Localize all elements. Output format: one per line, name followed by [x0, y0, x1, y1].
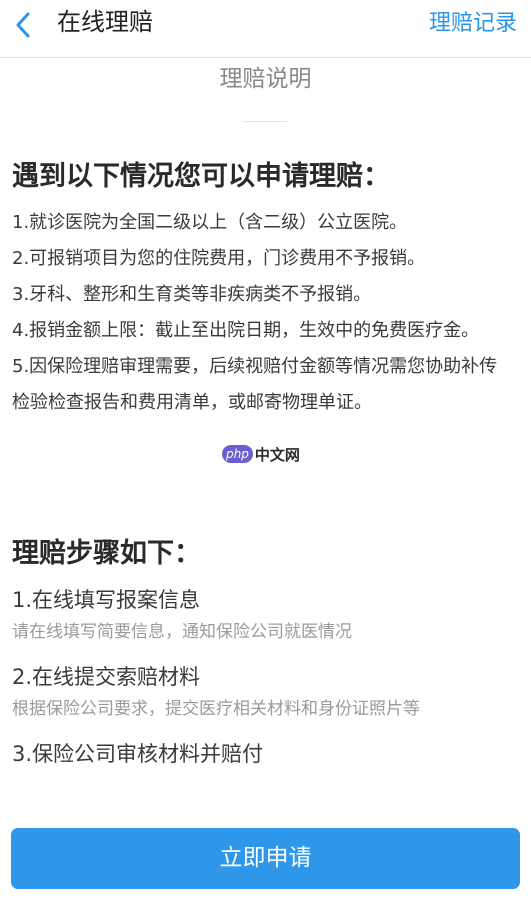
step-item: 2.在线提交索赔材料 根据保险公司要求，提交医疗相关材料和身份证照片等 [12, 660, 522, 737]
chevron-left-icon [16, 12, 30, 38]
condition-item: 4.报销金额上限：截止至出院日期，生效中的免费医疗金。 [12, 320, 480, 341]
steps-list: 1.在线填写报案信息 请在线填写简要信息，通知保险公司就医情况 2.在线提交索赔… [12, 583, 522, 771]
condition-item: 3.牙科、整形和生育类等非疾病类不予报销。 [12, 284, 372, 305]
back-button[interactable] [8, 6, 40, 42]
step-item: 1.在线填写报案信息 请在线填写简要信息，通知保险公司就医情况 [12, 583, 522, 660]
page-title: 在线理赔 [57, 8, 153, 36]
steps-heading: 理赔步骤如下： [12, 538, 201, 569]
conditions-heading: 遇到以下情况您可以申请理赔： [12, 161, 390, 192]
condition-item: 5.因保险理赔审理需要，后续视赔付金额等情况需您协助补传检验检查报告和费用清单，… [12, 356, 498, 413]
step-description: 根据保险公司要求，提交医疗相关材料和身份证照片等 [12, 699, 420, 719]
claim-page: 在线理赔 理赔记录 理赔说明 遇到以下情况您可以申请理赔： 1.就诊医院为全国二… [0, 0, 531, 912]
claim-records-link[interactable]: 理赔记录 [429, 6, 517, 42]
nav-bar: 在线理赔 理赔记录 [0, 0, 531, 58]
step-title: 1.在线填写报案信息 [12, 588, 201, 612]
watermark-logo: php 中文网 [222, 441, 300, 467]
step-title: 3.保险公司审核材料并赔付 [12, 742, 264, 766]
conditions-list: 1.就诊医院为全国二级以上（含二级）公立医院。 2.可报销项目为您的住院费用，门… [12, 205, 512, 421]
condition-item: 2.可报销项目为您的住院费用，门诊费用不予报销。 [12, 248, 426, 269]
section-subtitle: 理赔说明 [219, 66, 312, 92]
apply-now-button[interactable]: 立即申请 [11, 828, 520, 889]
watermark-badge: php [222, 445, 253, 463]
step-description: 请在线填写简要信息，通知保险公司就医情况 [12, 622, 352, 642]
divider [243, 121, 287, 122]
watermark-text: 中文网 [254, 445, 300, 464]
step-item: 3.保险公司审核材料并赔付 [12, 737, 522, 771]
step-title: 2.在线提交索赔材料 [12, 665, 201, 689]
condition-item: 1.就诊医院为全国二级以上（含二级）公立医院。 [12, 212, 408, 233]
